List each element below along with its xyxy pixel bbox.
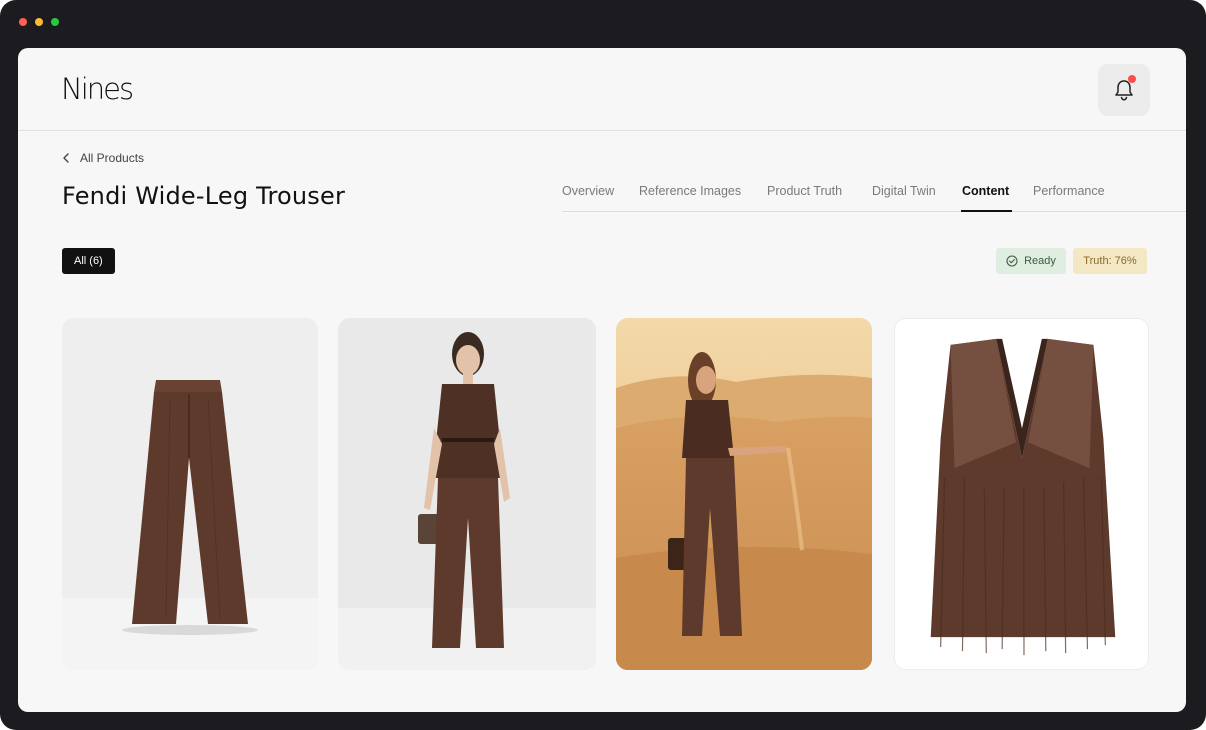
back-to-all-products-link[interactable]: All Products	[80, 151, 144, 165]
truth-score-badge: Truth: 76%	[1073, 248, 1147, 274]
window-controls	[19, 18, 59, 26]
tab-performance[interactable]: Performance	[1033, 184, 1105, 198]
tab-reference-images[interactable]: Reference Images	[639, 184, 741, 198]
maximize-window-dot[interactable]	[51, 18, 59, 26]
gallery-card-studio-model[interactable]	[338, 318, 596, 670]
product-tabs: Overview Reference Images Product Truth …	[562, 173, 1186, 212]
gallery-card-feather-vest[interactable]	[894, 318, 1149, 670]
feather-vest-image	[895, 319, 1148, 669]
close-window-dot[interactable]	[19, 18, 27, 26]
studio-model-image	[338, 318, 596, 670]
breadcrumb[interactable]: All Products	[62, 151, 144, 165]
page-title: Fendi Wide-Leg Trouser	[62, 182, 346, 210]
tab-overview[interactable]: Overview	[562, 184, 614, 198]
ready-status-badge: Ready	[996, 248, 1066, 274]
gallery-card-desert-model[interactable]	[616, 318, 872, 670]
tab-digital-twin[interactable]: Digital Twin	[872, 184, 936, 198]
tab-content[interactable]: Content	[962, 184, 1009, 198]
chevron-left-icon	[63, 153, 69, 163]
trouser-product-image	[62, 318, 318, 670]
check-circle-icon	[1006, 255, 1018, 267]
ready-status-label: Ready	[1024, 255, 1056, 267]
desert-model-image	[616, 318, 872, 670]
tab-product-truth[interactable]: Product Truth	[767, 184, 842, 198]
notifications-button[interactable]	[1098, 64, 1150, 116]
brand-logo[interactable]: Nines	[61, 72, 134, 106]
top-header: Nines	[18, 48, 1186, 131]
minimize-window-dot[interactable]	[35, 18, 43, 26]
filter-all-chip[interactable]: All (6)	[62, 248, 115, 274]
app-content: Nines All Products Fendi Wide-Leg Trouse…	[18, 48, 1186, 712]
active-tab-indicator	[961, 210, 1012, 212]
app-window: Nines All Products Fendi Wide-Leg Trouse…	[0, 0, 1206, 730]
notification-dot	[1128, 75, 1136, 83]
gallery-card-trouser[interactable]	[62, 318, 318, 670]
